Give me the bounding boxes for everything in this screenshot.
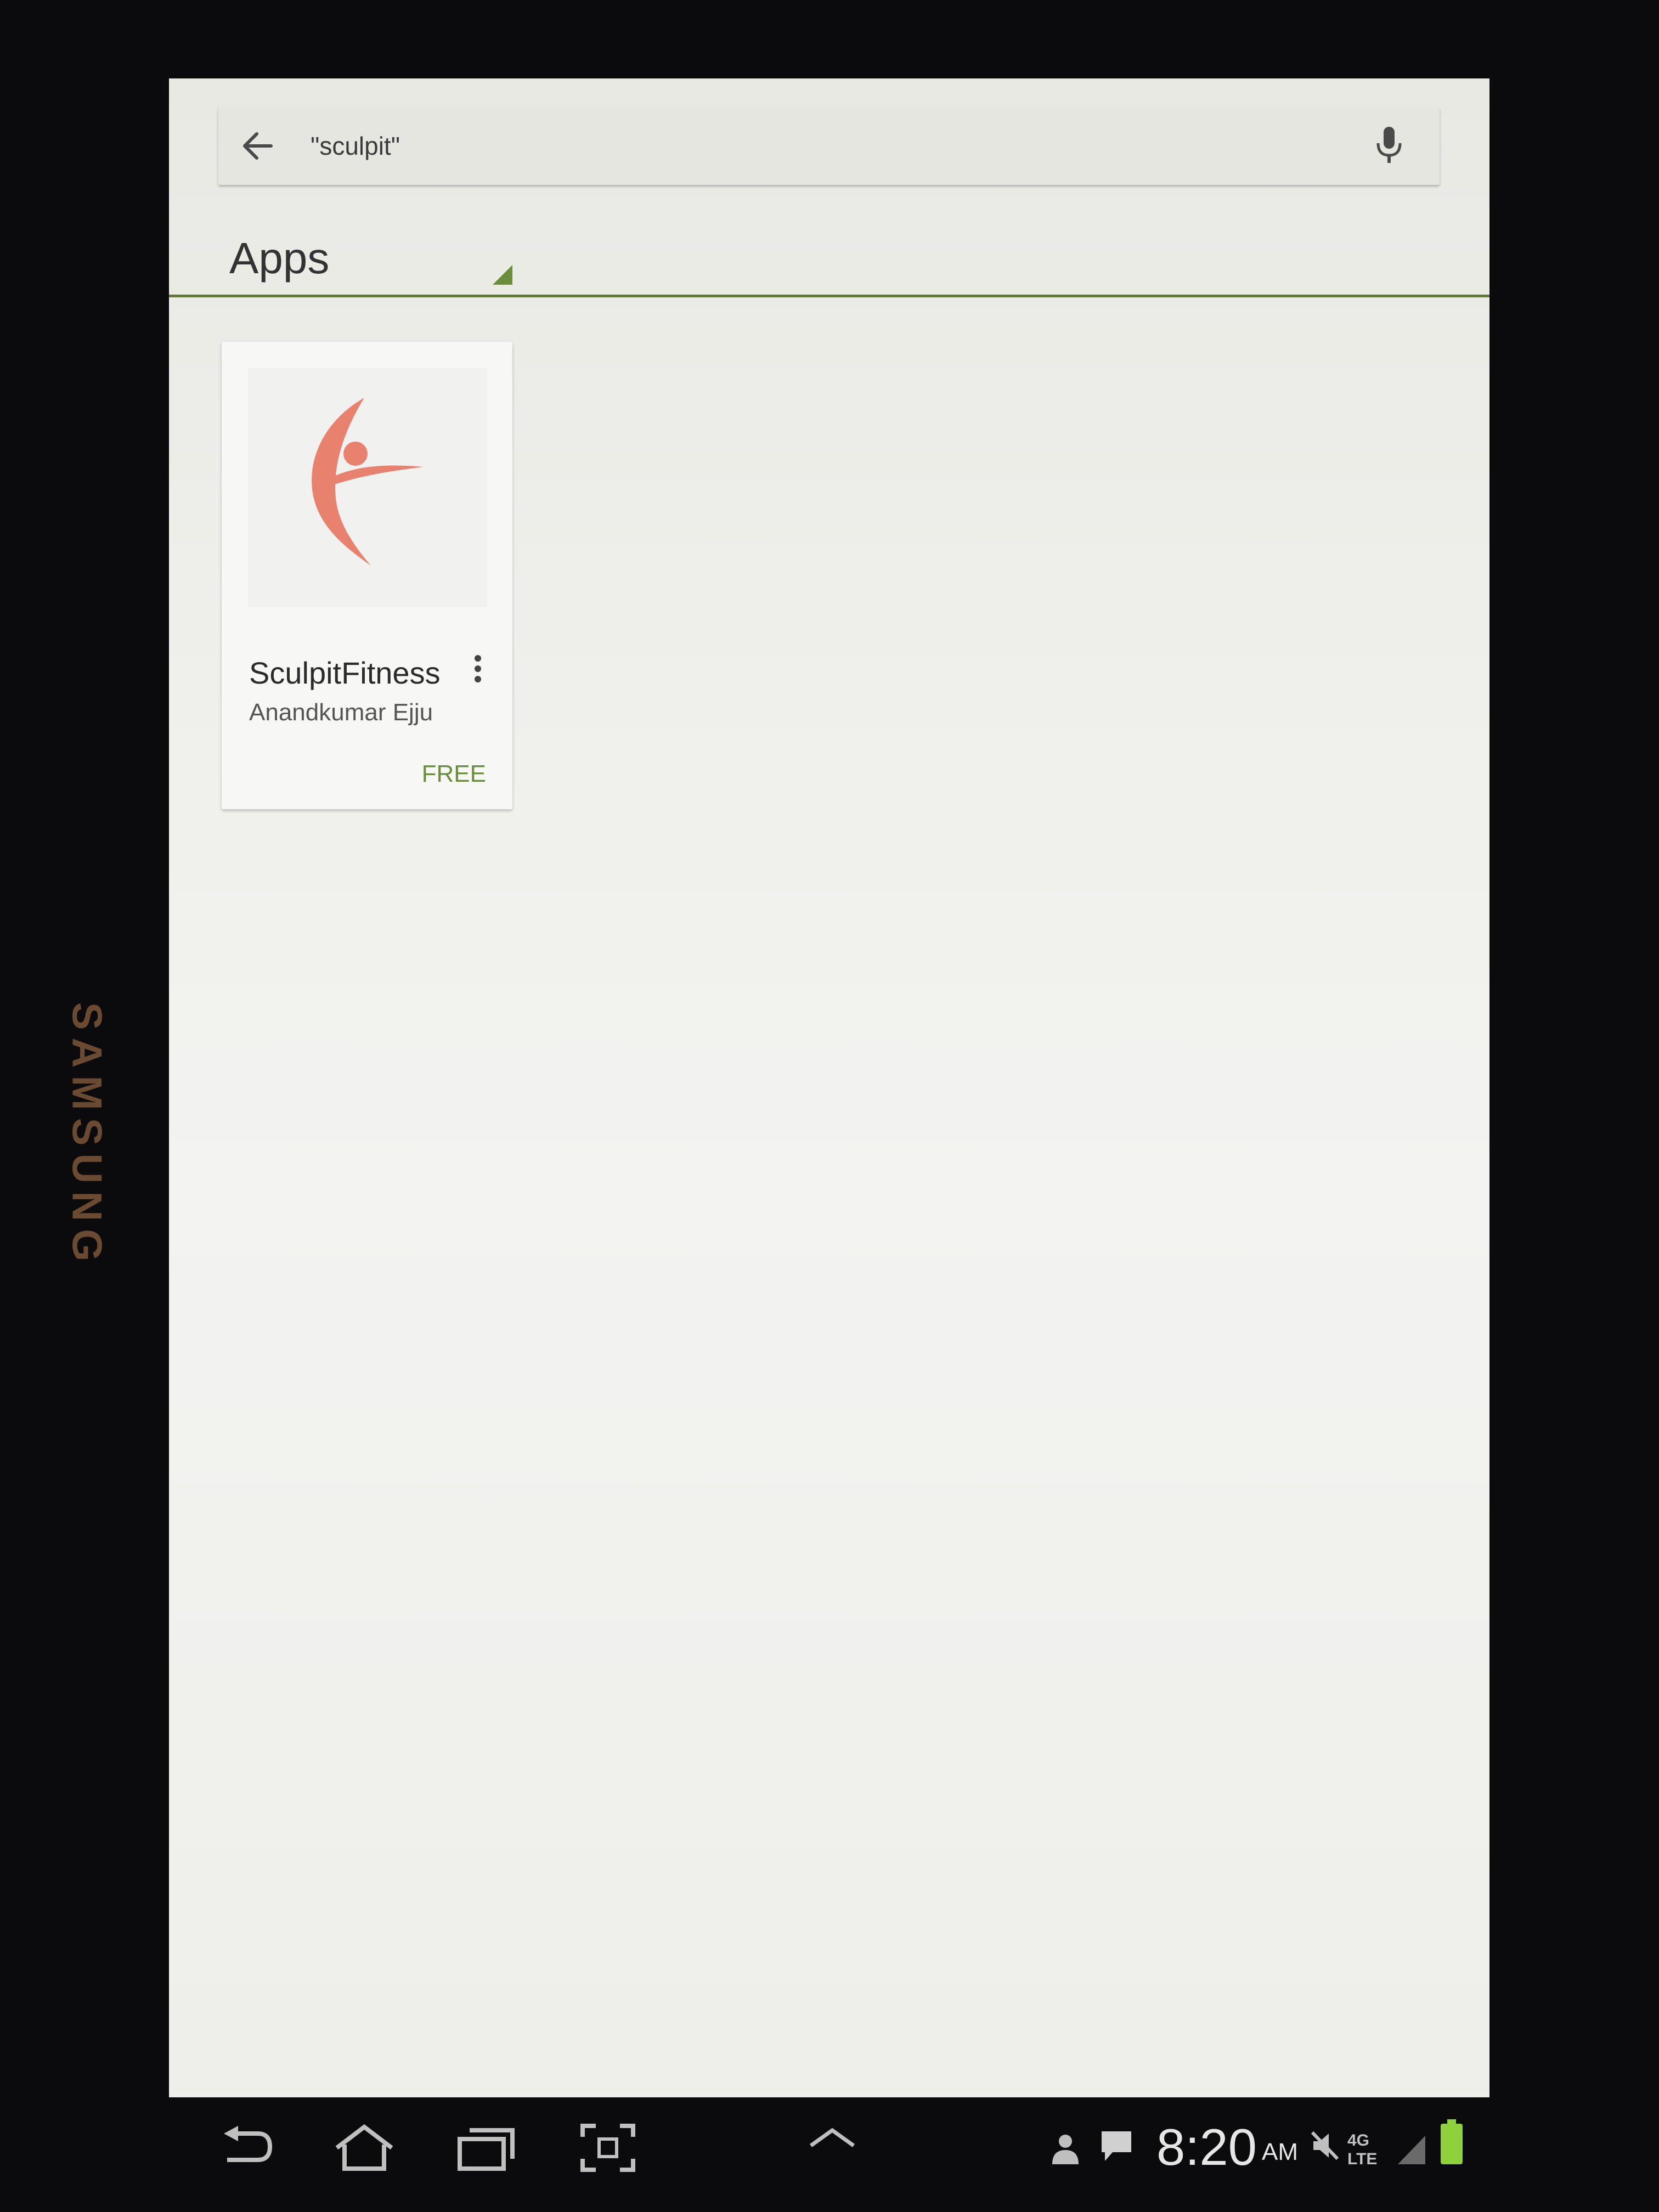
device-photo: SAMSUNG "sculpit" Apps SculpitFitness An… [0, 0, 1659, 2212]
apps-tab[interactable]: Apps [169, 232, 1489, 298]
status-ampm: AM [1262, 2138, 1298, 2165]
network-4g-label: 4G LTE [1347, 2131, 1378, 2168]
app-developer[interactable]: Anandkumar Ejju [249, 697, 433, 728]
mute-icon [1311, 2131, 1339, 2160]
battery-icon [1441, 2119, 1463, 2164]
tablet-screen: "sculpit" Apps SculpitFitness Anandkumar… [169, 78, 1489, 2097]
app-result-card[interactable]: SculpitFitness Anandkumar Ejju FREE [222, 342, 512, 809]
nav-back-icon[interactable] [219, 2123, 274, 2173]
more-options-icon[interactable] [470, 653, 486, 684]
nav-screenshot-icon[interactable] [580, 2123, 635, 2173]
message-icon[interactable] [1099, 2129, 1133, 2163]
app-name[interactable]: SculpitFitness [249, 654, 441, 692]
dancing-figure-logo-icon [312, 398, 424, 566]
system-bar: 8:20 AM 4G LTE [169, 2097, 1489, 2185]
tab-title: Apps [229, 234, 330, 283]
app-icon-image[interactable] [248, 368, 487, 607]
status-time: 8:20 [1156, 2118, 1257, 2176]
microphone-icon[interactable] [1374, 126, 1404, 166]
app-price[interactable]: FREE [422, 759, 486, 789]
person-icon[interactable] [1050, 2132, 1081, 2165]
tab-underline [169, 295, 1489, 297]
nav-home-icon[interactable] [331, 2123, 397, 2173]
search-query-text[interactable]: "sculpit" [311, 130, 400, 162]
samsung-brand-label: SAMSUNG [63, 1002, 110, 1269]
dropdown-triangle-icon[interactable] [493, 265, 512, 285]
back-arrow-icon[interactable] [240, 129, 274, 162]
nav-expand-up-icon[interactable] [808, 2127, 857, 2149]
nav-recent-apps-icon[interactable] [458, 2123, 516, 2173]
signal-icon [1398, 2136, 1425, 2164]
search-bar[interactable]: "sculpit" [218, 107, 1440, 185]
